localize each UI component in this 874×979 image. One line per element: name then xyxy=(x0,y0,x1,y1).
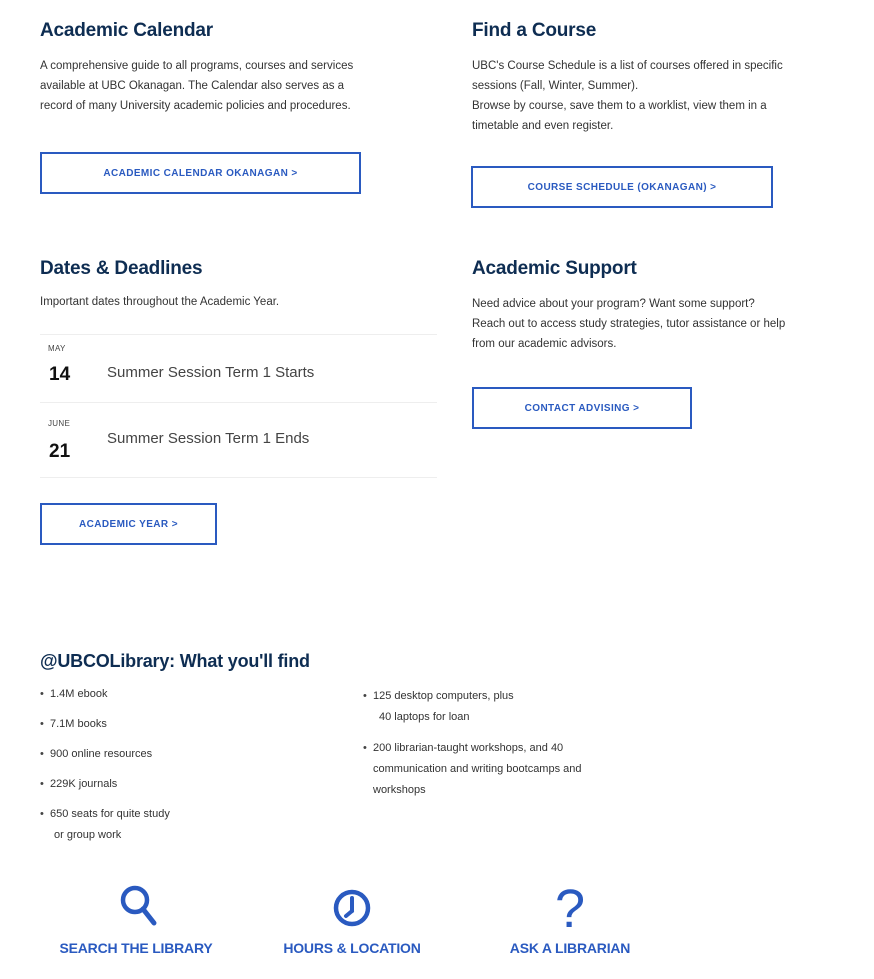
list-item: 229K journals xyxy=(40,774,170,795)
date-month: MAY xyxy=(48,344,66,353)
find-course-desc-1: UBC's Course Schedule is a list of cours… xyxy=(472,60,783,72)
list-item-continued: 40 laptops for loan xyxy=(379,711,470,723)
find-course-desc-2: sessions (Fall, Winter, Summer). xyxy=(472,80,639,92)
find-course-desc-3: Browse by course, save them to a worklis… xyxy=(472,100,767,112)
academic-calendar-desc-2: available at UBC Okanagan. The Calendar … xyxy=(40,80,345,92)
academic-calendar-title: Academic Calendar xyxy=(40,20,213,41)
academic-calendar-button[interactable]: ACADEMIC CALENDAR OKANAGAN > xyxy=(40,152,361,194)
date-event[interactable]: Summer Session Term 1 Starts xyxy=(107,364,314,381)
academic-calendar-section: Academic Calendar A comprehensive guide … xyxy=(40,20,460,116)
academic-year-button[interactable]: ACADEMIC YEAR > xyxy=(40,503,217,545)
list-item: 7.1M books xyxy=(40,714,170,735)
support-section: Academic Support Need advice about your … xyxy=(472,258,872,354)
dates-title: Dates & Deadlines xyxy=(40,258,203,279)
list-item: 1.4M ebook xyxy=(40,684,170,705)
ask-librarian-label: ASK A LIBRARIAN xyxy=(509,940,631,956)
date-day: 21 xyxy=(49,441,71,462)
date-event[interactable]: Summer Session Term 1 Ends xyxy=(107,430,309,447)
date-day: 14 xyxy=(49,364,71,385)
date-row: MAY 14 Summer Session Term 1 Starts xyxy=(40,334,437,401)
academic-calendar-desc-1: A comprehensive guide to all programs, c… xyxy=(40,60,354,72)
list-item-continued: or group work xyxy=(54,829,122,841)
find-course-section: Find a Course UBC's Course Schedule is a… xyxy=(472,20,872,136)
search-library-link[interactable]: SEARCH THE LIBRARY xyxy=(40,878,232,956)
hours-location-link[interactable]: HOURS & LOCATION xyxy=(262,878,442,956)
support-title: Academic Support xyxy=(472,258,637,279)
library-list-right: 125 desktop computers, plus 40 laptops f… xyxy=(363,686,582,801)
course-schedule-button[interactable]: COURSE SCHEDULE (OKANAGAN) > xyxy=(471,166,773,208)
date-row: JUNE 21 Summer Session Term 1 Ends xyxy=(40,402,437,478)
list-item-continued: workshops xyxy=(373,784,426,796)
library-title: @UBCOLibrary: What you'll find xyxy=(40,651,310,671)
date-month: JUNE xyxy=(48,419,71,428)
list-item: 900 online resources xyxy=(40,744,170,765)
search-icon xyxy=(40,878,232,940)
list-item: 125 desktop computers, plus xyxy=(363,686,582,707)
list-item-continued: communication and writing bootcamps and xyxy=(373,763,582,775)
dates-desc: Important dates throughout the Academic … xyxy=(40,296,280,308)
contact-advising-button[interactable]: CONTACT ADVISING > xyxy=(472,387,692,429)
ask-librarian-link[interactable]: ? ASK A LIBRARIAN xyxy=(488,878,652,956)
support-desc-2: Reach out to access study strategies, tu… xyxy=(472,318,786,330)
support-desc-3: from our academic advisors. xyxy=(472,338,617,350)
academic-calendar-desc-3: record of many University academic polic… xyxy=(40,100,351,112)
list-item: 650 seats for quite study xyxy=(40,804,170,825)
dates-section: Dates & Deadlines Important dates throug… xyxy=(40,258,460,312)
search-library-label: SEARCH THE LIBRARY xyxy=(59,940,213,956)
find-course-title: Find a Course xyxy=(472,20,597,41)
library-list-left: 1.4M ebook 7.1M books 900 online resourc… xyxy=(40,684,170,846)
question-icon: ? xyxy=(554,879,586,939)
find-course-desc-4: timetable and even register. xyxy=(472,120,614,132)
clock-icon xyxy=(262,878,442,940)
support-desc-1: Need advice about your program? Want som… xyxy=(472,298,755,310)
hours-location-label: HOURS & LOCATION xyxy=(283,940,421,956)
list-item: 200 librarian-taught workshops, and 40 xyxy=(363,738,582,759)
